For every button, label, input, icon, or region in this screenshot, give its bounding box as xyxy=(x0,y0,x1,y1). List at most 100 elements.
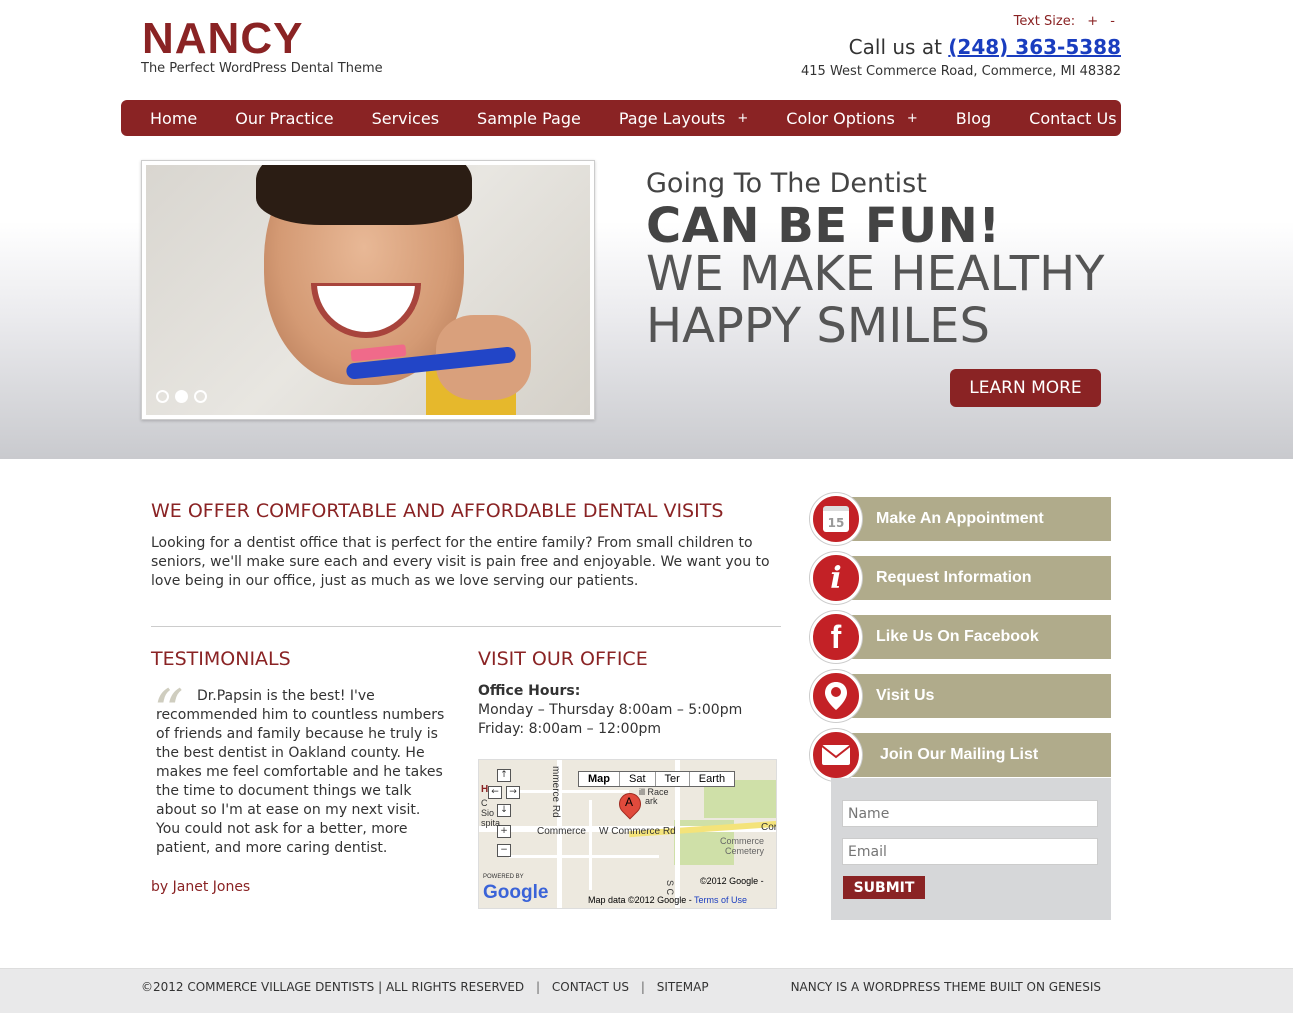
footer-sitemap-link[interactable]: SITEMAP xyxy=(657,980,709,994)
address: 415 West Commerce Road, Commerce, MI 483… xyxy=(801,64,1121,79)
slider-dot-2[interactable] xyxy=(175,390,188,403)
text-size-control: Text Size: + - xyxy=(1014,14,1115,29)
office-hours-friday: Friday: 8:00am – 12:00pm xyxy=(478,721,662,737)
nav-label: Our Practice xyxy=(235,108,334,128)
sidebar-button-label: Like Us On Facebook xyxy=(876,628,1039,645)
map-powered-by: POWERED BY xyxy=(483,874,524,880)
map-label-commerce: Commerce xyxy=(537,826,586,837)
footer-contact-link[interactable]: CONTACT US xyxy=(552,980,629,994)
footer-credit[interactable]: NANCY IS A WORDPRESS THEME BUILT ON GENE… xyxy=(791,980,1101,994)
submenu-plus-icon: + xyxy=(906,110,918,126)
map-pan-right-button[interactable]: → xyxy=(506,786,520,799)
map-type-ter[interactable]: Ter xyxy=(654,772,689,786)
learn-more-button[interactable]: LEARN MORE xyxy=(950,369,1101,407)
phone-link[interactable]: (248) 363-5388 xyxy=(948,35,1121,59)
nav-label: Sample Page xyxy=(477,108,581,128)
nav-item-services[interactable]: Services xyxy=(353,109,458,128)
call-us: Call us at (248) 363-5388 xyxy=(849,35,1121,59)
sidebar-button-label: Visit Us xyxy=(876,687,935,704)
site-title[interactable]: NANCY xyxy=(142,14,303,64)
map-type-sat[interactable]: Sat xyxy=(619,772,655,786)
slider-dot-1[interactable] xyxy=(156,390,169,403)
map-label-h: H xyxy=(481,784,489,795)
envelope-icon xyxy=(810,729,862,781)
map-label-c: C xyxy=(481,798,488,808)
nav-item-color-options[interactable]: Color Options + xyxy=(767,109,937,128)
nav-label: Color Options xyxy=(786,108,895,128)
hero-tagline: WE MAKE HEALTHY HAPPY SMILES xyxy=(646,246,1105,354)
map-type-earth[interactable]: Earth xyxy=(688,772,734,786)
map-type-map[interactable]: Map xyxy=(579,772,619,786)
map-marker-label: A xyxy=(625,795,634,809)
nav-label: Home xyxy=(150,108,198,128)
join-mailing-list-button[interactable]: Join Our Mailing List xyxy=(810,729,1111,781)
testimonials-heading: TESTIMONIALS xyxy=(151,648,291,670)
site-header: NANCY The Perfect WordPress Dental Theme… xyxy=(0,0,1293,100)
google-logo[interactable]: Google xyxy=(483,882,548,904)
nav-item-home[interactable]: Home xyxy=(131,109,216,128)
like-us-on-facebook-button[interactable]: f Like Us On Facebook xyxy=(810,611,1111,663)
site-tagline: The Perfect WordPress Dental Theme xyxy=(141,61,383,76)
map-pan-left-button[interactable]: ← xyxy=(488,786,502,799)
map-label-commerce-cemetery: Commerce xyxy=(720,836,765,846)
calendar-icon-glyph: 15 xyxy=(823,506,849,532)
google-map[interactable]: ↑ ← → ↓ + − Map Sat Ter Earth mmerce Rd … xyxy=(478,759,777,909)
site-footer: ©2012 COMMERCE VILLAGE DENTISTS | ALL RI… xyxy=(0,968,1293,1013)
visit-heading: VISIT OUR OFFICE xyxy=(478,648,648,670)
nav-item-contact-us[interactable]: Contact Us xyxy=(1010,109,1135,128)
map-data-text: Map data ©2012 Google - xyxy=(588,895,692,905)
office-hours-weekdays: Monday – Thursday 8:00am – 5:00pm xyxy=(478,702,743,718)
main-nav: Home Our Practice Services Sample Page P… xyxy=(121,100,1121,136)
footer-copyright: ©2012 COMMERCE VILLAGE DENTISTS | ALL RI… xyxy=(141,980,525,994)
name-field[interactable] xyxy=(842,800,1098,827)
nav-item-sample-page[interactable]: Sample Page xyxy=(458,109,600,128)
map-road xyxy=(589,800,592,890)
nav-label: Contact Us xyxy=(1029,108,1117,128)
slide-image-smiling-boy xyxy=(146,165,590,415)
map-label-cor: Cor xyxy=(761,822,777,833)
map-pan-up-button[interactable]: ↑ xyxy=(497,769,511,782)
slider-dots xyxy=(156,390,207,403)
map-zoom-out-button[interactable]: − xyxy=(497,844,511,857)
submit-button[interactable]: SUBMIT xyxy=(843,876,925,899)
nav-label: Services xyxy=(371,108,440,128)
nav-label: Page Layouts xyxy=(618,108,726,128)
nav-item-page-layouts[interactable]: Page Layouts + xyxy=(600,109,767,128)
submenu-plus-icon: + xyxy=(737,110,749,126)
make-appointment-button[interactable]: 15 Make An Appointment xyxy=(810,493,1111,545)
slider-dot-3[interactable] xyxy=(194,390,207,403)
map-road xyxy=(509,855,659,858)
hair-shape xyxy=(256,165,472,225)
nav-item-blog[interactable]: Blog xyxy=(937,109,1010,128)
map-type-selector: Map Sat Ter Earth xyxy=(578,771,736,787)
map-label-park: ark xyxy=(645,796,658,806)
map-pan-down-button[interactable]: ↓ xyxy=(497,804,511,817)
image-slider[interactable] xyxy=(141,160,595,420)
sidebar-button-label: Request Information xyxy=(876,569,1032,586)
map-label-sio: Sio xyxy=(481,808,495,818)
request-information-button[interactable]: i Request Information xyxy=(810,552,1111,604)
map-label-w-commerce-rd: W Commerce Rd xyxy=(599,826,676,837)
email-field[interactable] xyxy=(842,838,1098,865)
footer-links: ©2012 COMMERCE VILLAGE DENTISTS | ALL RI… xyxy=(141,980,709,994)
location-pin-svg xyxy=(825,682,847,710)
offer-heading: WE OFFER COMFORTABLE AND AFFORDABLE DENT… xyxy=(151,500,724,522)
hero-subtitle: Going To The Dentist xyxy=(646,168,927,199)
map-terms-link[interactable]: Terms of Use xyxy=(694,895,747,905)
testimonial-text: Dr.Papsin is the best! I've recommended … xyxy=(156,688,445,856)
location-pin-icon xyxy=(810,670,862,722)
sidebar-button-label: Make An Appointment xyxy=(876,510,1044,527)
footer-separator: | xyxy=(536,980,541,994)
call-us-label: Call us at xyxy=(848,35,942,59)
envelope-svg xyxy=(821,745,851,765)
text-size-decrease-button[interactable]: - xyxy=(1110,14,1115,29)
content-divider xyxy=(151,626,781,627)
testimonial-author: by Janet Jones xyxy=(151,879,251,895)
map-label-spita: spita xyxy=(481,818,501,828)
map-label-road: mmerce Rd xyxy=(550,766,561,818)
google-logo-text: Google xyxy=(483,882,549,903)
info-icon: i xyxy=(810,552,862,604)
text-size-increase-button[interactable]: + xyxy=(1087,14,1098,29)
visit-us-button[interactable]: Visit Us xyxy=(810,670,1111,722)
nav-item-our-practice[interactable]: Our Practice xyxy=(216,109,352,128)
